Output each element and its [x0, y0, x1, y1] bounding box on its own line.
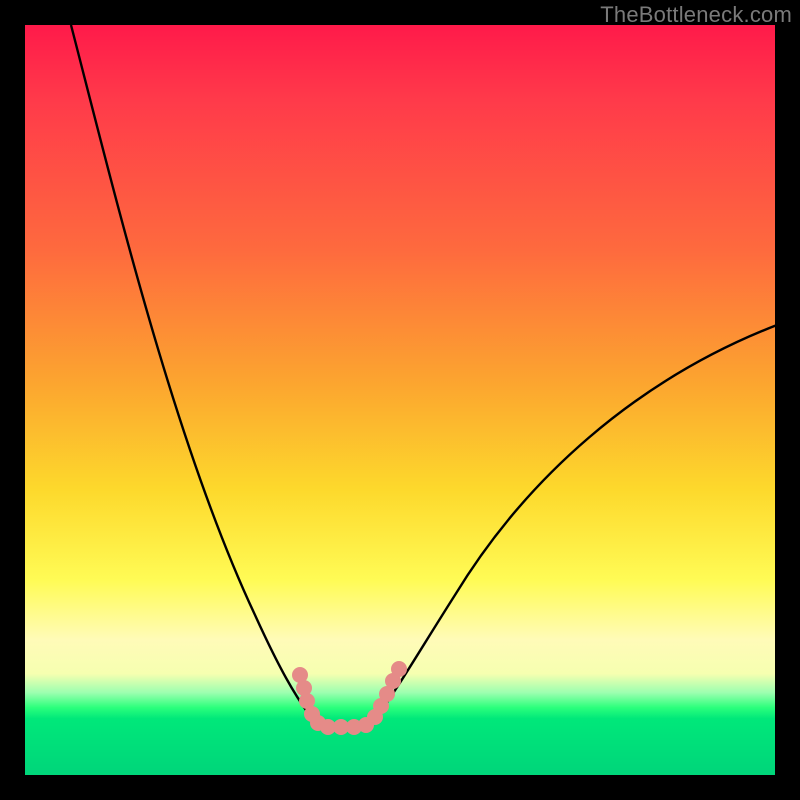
- curve-layer: [25, 25, 775, 775]
- chart-frame: TheBottleneck.com: [0, 0, 800, 800]
- bottleneck-curve: [71, 25, 777, 725]
- attribution-text: TheBottleneck.com: [600, 2, 792, 28]
- marker-dots: [292, 661, 407, 735]
- plot-area: [25, 25, 775, 775]
